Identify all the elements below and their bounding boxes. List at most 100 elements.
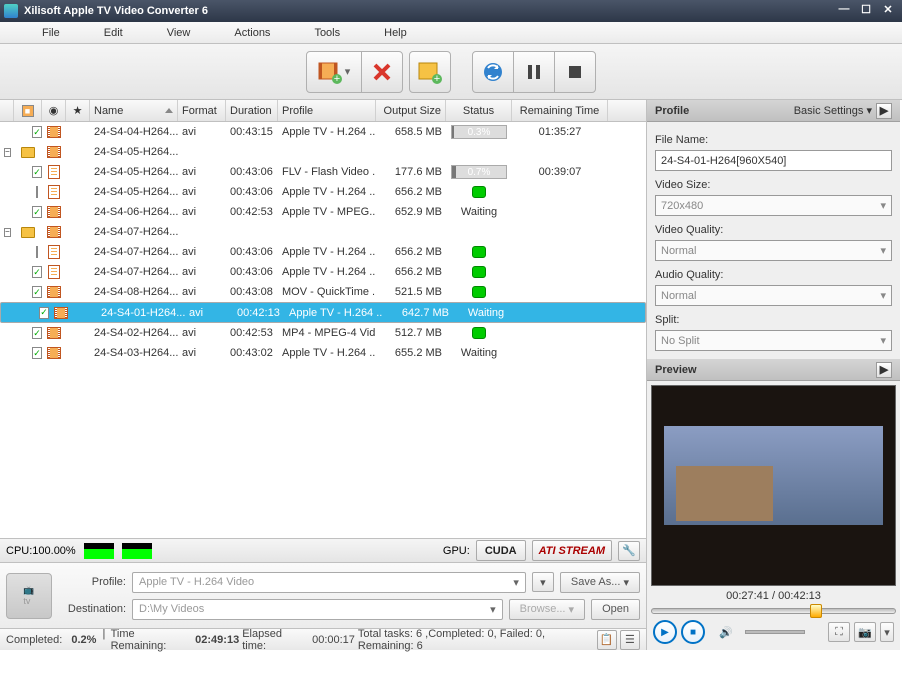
- cell-size: 521.5 MB: [376, 282, 446, 302]
- maximize-button[interactable]: ☐: [856, 3, 876, 19]
- menu-help[interactable]: Help: [362, 27, 429, 39]
- header-format[interactable]: Format: [178, 100, 226, 121]
- log-button[interactable]: 📋: [597, 630, 617, 650]
- table-row[interactable]: 24-S4-07-H264...avi00:43:06Apple TV - H.…: [0, 242, 646, 262]
- menu-file[interactable]: File: [20, 27, 82, 39]
- sort-asc-icon: [165, 108, 173, 113]
- header-status[interactable]: Status: [446, 100, 512, 121]
- titlebar: Xilisoft Apple TV Video Converter 6 — ☐ …: [0, 0, 902, 22]
- cell-profile: [278, 222, 376, 242]
- snapshot-button[interactable]: 📷: [854, 622, 876, 642]
- save-as-button[interactable]: Save As... ▾: [560, 572, 640, 593]
- table-group-row[interactable]: −24-S4-07-H264...: [0, 222, 646, 242]
- checkbox[interactable]: ✓: [32, 266, 42, 278]
- checkbox[interactable]: ✓: [32, 286, 42, 298]
- menu-actions[interactable]: Actions: [212, 27, 292, 39]
- checkbox[interactable]: ✓: [32, 126, 42, 138]
- cell-name: 24-S4-03-H264...: [90, 343, 178, 363]
- ati-stream-button[interactable]: ATI STREAM: [532, 540, 612, 561]
- table-group-row[interactable]: − 24-S4-05-H264...: [0, 142, 646, 162]
- cell-status: Waiting: [453, 303, 519, 322]
- table-row[interactable]: ✓24-S4-06-H264...avi00:42:53Apple TV - M…: [0, 202, 646, 222]
- film-icon: [54, 307, 68, 319]
- table-row[interactable]: ✓24-S4-05-H264...avi00:43:06FLV - Flash …: [0, 162, 646, 182]
- expand-icon[interactable]: −: [4, 148, 11, 157]
- add-profile-button[interactable]: +: [409, 51, 451, 93]
- cell-format: avi: [178, 122, 226, 142]
- cell-remaining: [512, 262, 608, 282]
- profile-expand-button[interactable]: ▶: [876, 103, 892, 119]
- convert-button[interactable]: [472, 51, 514, 93]
- settings-icon-button[interactable]: 🔧: [618, 541, 640, 561]
- preview-video[interactable]: [651, 385, 896, 586]
- cell-name: 24-S4-05-H264...: [90, 142, 178, 162]
- volume-icon[interactable]: 🔊: [719, 626, 733, 639]
- aquality-select[interactable]: Normal▾: [655, 285, 892, 306]
- table-row[interactable]: ✓24-S4-03-H264...avi00:43:02Apple TV - H…: [0, 343, 646, 363]
- remove-button[interactable]: [361, 51, 403, 93]
- checkbox[interactable]: ✓: [32, 347, 42, 359]
- header-icon1[interactable]: ◉: [42, 100, 66, 121]
- seek-thumb[interactable]: [810, 604, 822, 618]
- header-profile[interactable]: Profile: [278, 100, 376, 121]
- checkbox[interactable]: [36, 186, 38, 198]
- menu-edit[interactable]: Edit: [82, 27, 145, 39]
- checkbox[interactable]: ✓: [32, 166, 42, 178]
- add-file-button[interactable]: + ▾: [306, 51, 362, 93]
- videosize-select[interactable]: 720x480▾: [655, 195, 892, 216]
- profile-select[interactable]: Apple TV - H.264 Video▾: [132, 572, 526, 593]
- checkbox[interactable]: [36, 246, 38, 258]
- checkbox[interactable]: ✓: [32, 327, 42, 339]
- menu-tools[interactable]: Tools: [292, 27, 362, 39]
- cell-duration: 00:42:53: [226, 202, 278, 222]
- cell-profile: FLV - Flash Video ...: [278, 162, 376, 182]
- preview-expand-button[interactable]: ▶: [876, 362, 892, 378]
- table-row[interactable]: ✓24-S4-04-H264...avi00:43:15Apple TV - H…: [0, 122, 646, 142]
- profile-dropdown-button[interactable]: ▾: [532, 572, 554, 592]
- fullscreen-button[interactable]: ⛶: [828, 622, 850, 642]
- cell-profile: MOV - QuickTime ...: [278, 282, 376, 302]
- filename-input[interactable]: 24-S4-01-H264[960X540]: [655, 150, 892, 171]
- open-button[interactable]: Open: [591, 599, 640, 620]
- vquality-select[interactable]: Normal▾: [655, 240, 892, 261]
- split-select[interactable]: No Split▾: [655, 330, 892, 351]
- snapshot-dropdown[interactable]: ▾: [880, 622, 894, 642]
- cell-profile: Apple TV - H.264 ...: [285, 303, 383, 322]
- table-row[interactable]: ✓24-S4-01-H264...avi00:42:13Apple TV - H…: [0, 302, 646, 323]
- cuda-button[interactable]: CUDA: [476, 540, 526, 561]
- checkbox[interactable]: ✓: [39, 307, 49, 319]
- cell-remaining: [512, 202, 608, 222]
- stop-button[interactable]: [554, 51, 596, 93]
- pause-button[interactable]: [513, 51, 555, 93]
- table-row[interactable]: ✓24-S4-08-H264...avi00:43:08MOV - QuickT…: [0, 282, 646, 302]
- header-remaining[interactable]: Remaining Time: [512, 100, 608, 121]
- table-row[interactable]: 24-S4-05-H264...avi00:43:06Apple TV - H.…: [0, 182, 646, 202]
- menu-view[interactable]: View: [145, 27, 213, 39]
- seek-slider[interactable]: [651, 608, 896, 614]
- cell-status: 0.7%: [446, 162, 512, 182]
- checkbox[interactable]: ✓: [32, 206, 42, 218]
- browse-button[interactable]: Browse... ▾: [509, 599, 585, 620]
- config-panel: 📺tv Profile: Apple TV - H.264 Video▾ ▾ S…: [0, 562, 646, 628]
- header-star[interactable]: ★: [66, 100, 90, 121]
- header-duration[interactable]: Duration: [226, 100, 278, 121]
- table-row[interactable]: ✓24-S4-07-H264...avi00:43:06Apple TV - H…: [0, 262, 646, 282]
- play-button[interactable]: ▶: [653, 620, 677, 644]
- volume-slider[interactable]: [745, 630, 805, 634]
- expand-icon[interactable]: −: [4, 228, 11, 237]
- toolbar: + ▾ +: [0, 44, 902, 100]
- stop-preview-button[interactable]: ■: [681, 620, 705, 644]
- cell-format: avi: [178, 202, 226, 222]
- destination-input[interactable]: D:\My Videos▾: [132, 599, 503, 620]
- list-button[interactable]: ☰: [620, 630, 640, 650]
- close-button[interactable]: ✕: [878, 3, 898, 19]
- basic-settings-dropdown[interactable]: Basic Settings ▾: [794, 104, 872, 117]
- header-checkall[interactable]: ■: [14, 100, 42, 121]
- table-row[interactable]: ✓24-S4-02-H264...avi00:42:53MP4 - MPEG-4…: [0, 323, 646, 343]
- table-body: ✓24-S4-04-H264...avi00:43:15Apple TV - H…: [0, 122, 646, 538]
- minimize-button[interactable]: —: [834, 3, 854, 19]
- header-output-size[interactable]: Output Size: [376, 100, 446, 121]
- header-name[interactable]: Name: [90, 100, 178, 121]
- gpu-label: GPU:: [443, 545, 470, 557]
- cell-status: [446, 182, 512, 202]
